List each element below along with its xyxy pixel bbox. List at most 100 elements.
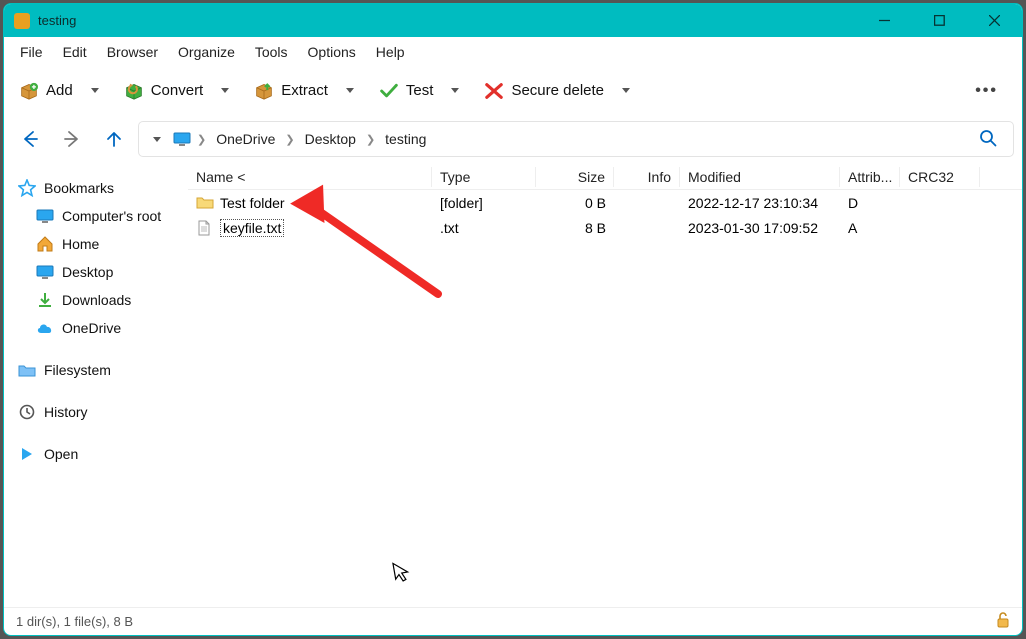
window-title: testing: [38, 13, 857, 28]
cell-info: [614, 226, 680, 230]
menu-help[interactable]: Help: [366, 40, 415, 64]
sidebar-item-label: Downloads: [62, 292, 131, 308]
add-dropdown[interactable]: [83, 73, 107, 109]
address-bar[interactable]: ❯ OneDrive ❯ Desktop ❯ testing: [138, 121, 1014, 157]
sidebar-item-label: OneDrive: [62, 320, 121, 336]
address-history-dropdown[interactable]: [145, 121, 169, 157]
column-info[interactable]: Info: [614, 167, 680, 187]
toolbar: Add Convert Extract: [4, 67, 1022, 114]
sidebar-item-history[interactable]: History: [10, 398, 182, 426]
file-list[interactable]: Test folder[folder]0 B2022-12-17 23:10:3…: [188, 190, 1022, 607]
monitor-icon: [36, 207, 54, 225]
chevron-down-icon: [622, 88, 630, 93]
column-modified[interactable]: Modified: [680, 167, 840, 187]
breadcrumb-desktop[interactable]: Desktop: [297, 129, 364, 149]
crumb-sep-icon: ❯: [364, 133, 377, 146]
menu-browser[interactable]: Browser: [97, 40, 168, 64]
status-text: 1 dir(s), 1 file(s), 8 B: [16, 614, 133, 629]
cell-attrib: A: [840, 218, 900, 238]
column-size[interactable]: Size: [536, 167, 614, 187]
sidebar-item-label: Home: [62, 236, 99, 252]
add-button[interactable]: Add: [10, 78, 83, 104]
cloud-icon: [36, 319, 54, 337]
column-crc[interactable]: CRC32: [900, 167, 980, 187]
test-dropdown[interactable]: [443, 73, 467, 109]
crumb-sep-icon: ❯: [195, 133, 208, 146]
column-attrib[interactable]: Attrib...: [840, 167, 900, 187]
file-row[interactable]: Test folder[folder]0 B2022-12-17 23:10:3…: [188, 190, 1022, 215]
close-button[interactable]: [967, 4, 1022, 37]
sidebar: Bookmarks Computer's root Home Desktop D…: [4, 164, 188, 607]
breadcrumb-onedrive[interactable]: OneDrive: [208, 129, 283, 149]
menu-edit[interactable]: Edit: [53, 40, 97, 64]
cell-modified: 2022-12-17 23:10:34: [680, 193, 840, 213]
crumb-sep-icon: ❯: [283, 133, 296, 146]
cell-crc: [900, 226, 980, 230]
home-icon: [36, 235, 54, 253]
maximize-button[interactable]: [912, 4, 967, 37]
column-type[interactable]: Type: [432, 167, 536, 187]
extract-button[interactable]: Extract: [245, 78, 338, 104]
sidebar-item-label: Filesystem: [44, 362, 111, 378]
test-label: Test: [406, 82, 434, 99]
star-icon: [18, 179, 36, 197]
sidebar-item-label: History: [44, 404, 88, 420]
menu-file[interactable]: File: [10, 40, 53, 64]
sidebar-item-bookmarks[interactable]: Bookmarks: [10, 174, 182, 202]
chevron-down-icon: [451, 88, 459, 93]
statusbar: 1 dir(s), 1 file(s), 8 B: [4, 607, 1022, 635]
menu-options[interactable]: Options: [298, 40, 366, 64]
cell-type: .txt: [432, 218, 536, 238]
sidebar-item-filesystem[interactable]: Filesystem: [10, 356, 182, 384]
sidebar-item-downloads[interactable]: Downloads: [10, 286, 182, 314]
sidebar-item-label: Bookmarks: [44, 180, 114, 196]
menubar: File Edit Browser Organize Tools Options…: [4, 37, 1022, 67]
nav-forward-button[interactable]: [54, 121, 90, 157]
check-icon: [380, 82, 398, 100]
overflow-menu-button[interactable]: •••: [957, 78, 1016, 104]
x-delete-icon: [485, 82, 503, 100]
nav-up-button[interactable]: [96, 121, 132, 157]
file-row[interactable]: keyfile.txt.txt8 B2023-01-30 17:09:52A: [188, 215, 1022, 240]
menu-tools[interactable]: Tools: [245, 40, 298, 64]
chevron-down-icon: [153, 137, 161, 142]
nav-back-button[interactable]: [12, 121, 48, 157]
cell-size: 8 B: [536, 218, 614, 238]
search-button[interactable]: [969, 125, 1007, 154]
sidebar-item-open[interactable]: Open: [10, 440, 182, 468]
extract-label: Extract: [281, 82, 328, 99]
breadcrumb-testing[interactable]: testing: [377, 129, 434, 149]
chevron-down-icon: [221, 88, 229, 93]
secure-delete-dropdown[interactable]: [614, 73, 638, 109]
extract-dropdown[interactable]: [338, 73, 362, 109]
add-label: Add: [46, 82, 73, 99]
sidebar-item-computers-root[interactable]: Computer's root: [10, 202, 182, 230]
minimize-button[interactable]: [857, 4, 912, 37]
convert-dropdown[interactable]: [213, 73, 237, 109]
sidebar-item-label: Open: [44, 446, 78, 462]
file-pane: Name < Type Size Info Modified Attrib...…: [188, 164, 1022, 607]
secure-delete-label: Secure delete: [511, 82, 604, 99]
convert-label: Convert: [151, 82, 204, 99]
navigation-bar: ❯ OneDrive ❯ Desktop ❯ testing: [4, 114, 1022, 164]
cell-crc: [900, 201, 980, 205]
monitor-icon: [173, 132, 191, 146]
cell-type: [folder]: [432, 193, 536, 213]
history-icon: [18, 403, 36, 421]
cell-attrib: D: [840, 193, 900, 213]
sidebar-item-onedrive[interactable]: OneDrive: [10, 314, 182, 342]
column-name[interactable]: Name <: [188, 167, 432, 187]
cell-modified: 2023-01-30 17:09:52: [680, 218, 840, 238]
test-button[interactable]: Test: [370, 78, 444, 104]
box-convert-icon: [125, 82, 143, 100]
convert-button[interactable]: Convert: [115, 78, 214, 104]
column-headers: Name < Type Size Info Modified Attrib...…: [188, 164, 1022, 190]
menu-organize[interactable]: Organize: [168, 40, 245, 64]
file-icon: [196, 220, 214, 236]
sidebar-item-home[interactable]: Home: [10, 230, 182, 258]
secure-delete-button[interactable]: Secure delete: [475, 78, 614, 104]
cell-size: 0 B: [536, 193, 614, 213]
folder-icon: [196, 195, 214, 211]
sidebar-item-desktop[interactable]: Desktop: [10, 258, 182, 286]
lock-open-icon: [996, 612, 1010, 631]
